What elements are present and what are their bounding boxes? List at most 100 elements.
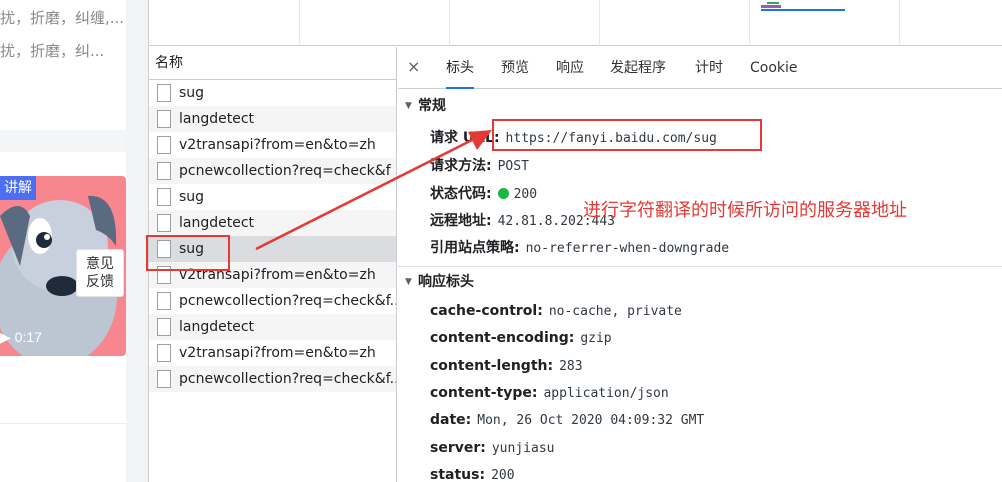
field-label: 远程地址: [430, 213, 492, 229]
collapse-triangle-icon: ▼ [405, 277, 412, 287]
left-page-content: 扰，折磨，纠缠,... 扰，折磨，纠... 讲解 ▶ 0:17 意见 反馈 [0, 0, 126, 482]
response-header-row: content-encoding: gzip [430, 330, 612, 346]
file-icon [157, 136, 171, 154]
tab-response[interactable]: 响应 [556, 47, 584, 89]
overview-gridline [899, 0, 900, 46]
request-row[interactable]: pcnewcollection?req=check&f... [149, 366, 396, 392]
request-name: langdetect [179, 111, 255, 127]
tab-preview[interactable]: 预览 [501, 47, 529, 89]
request-name: langdetect [179, 215, 255, 231]
request-name: v2transapi?from=en&to=zh [179, 345, 376, 361]
divider [0, 423, 126, 424]
tab-initiator[interactable]: 发起程序 [610, 47, 666, 89]
annotation-text: 进行字符翻译的时候所访问的服务器地址 [583, 200, 907, 221]
overview-gridline [599, 0, 600, 46]
header-value[interactable]: no-cache, private [549, 304, 682, 319]
header-name: content-type: [430, 384, 538, 401]
file-icon [157, 292, 171, 310]
header-name: content-encoding: [430, 330, 575, 347]
devtools-network-panel: 名称 sug langdetect v2transapi?from=en&to=zh… [148, 0, 1002, 482]
header-value[interactable]: yunjiasu [492, 441, 555, 456]
result-snippet: 扰，折磨，纠缠,... [0, 9, 125, 27]
collapse-triangle-icon: ▼ [405, 101, 412, 111]
header-name: server: [430, 439, 486, 456]
sug-highlight-box [146, 235, 230, 271]
request-name: pcnewcollection?req=check&f... [179, 371, 396, 387]
response-header-row: content-type: application/json [430, 385, 669, 401]
response-header-row: status: 200 [430, 467, 515, 482]
close-icon[interactable]: × [407, 57, 420, 76]
field-label: 引用站点策略: [430, 240, 520, 256]
status-code-row: 状态代码: 200 [430, 183, 537, 203]
request-name: v2transapi?from=en&to=zh [179, 137, 376, 153]
response-header-row: date: Mon, 26 Oct 2020 04:09:32 GMT [430, 412, 704, 428]
response-headers-section-header[interactable]: ▼ 响应标头 [398, 269, 1002, 295]
request-row[interactable]: v2transapi?from=en&to=zh [149, 340, 396, 366]
section-title: 常规 [418, 98, 446, 114]
status-code-value[interactable]: 200 [514, 187, 537, 202]
file-icon [157, 110, 171, 128]
detail-tabbar: × 标头 预览 响应 发起程序 计时 Cookie [398, 47, 1002, 89]
explain-badge: 讲解 [0, 176, 36, 200]
general-section-header[interactable]: ▼ 常规 [398, 93, 1002, 119]
referrer-policy-row: 引用站点策略: no-referrer-when-downgrade [430, 237, 729, 257]
waterfall-bar [767, 2, 779, 4]
video-duration: ▶ 0:17 [0, 329, 42, 345]
overview-gridline [449, 0, 450, 46]
column-header-name[interactable]: 名称 [149, 47, 396, 80]
header-value[interactable]: 283 [559, 359, 582, 374]
result-snippet: 扰，折磨，纠... [0, 42, 105, 60]
overview-gridline [749, 0, 750, 46]
request-name: langdetect [179, 319, 255, 335]
field-label: 请求方法: [430, 158, 492, 174]
request-row[interactable]: pcnewcollection?req=check&f... [149, 288, 396, 314]
request-row[interactable]: sug [149, 80, 396, 106]
header-name: date: [430, 412, 472, 429]
header-value[interactable]: 200 [491, 468, 514, 482]
overview-gridline [299, 0, 300, 46]
request-row[interactable]: sug [149, 184, 396, 210]
request-name: pcnewcollection?req=check&f [179, 163, 391, 179]
request-row[interactable]: langdetect [149, 106, 396, 132]
header-value[interactable]: Mon, 26 Oct 2020 04:09:32 GMT [477, 413, 704, 428]
feedback-label: 反馈 [86, 274, 114, 290]
request-name: sug [179, 85, 205, 101]
url-highlight-box [492, 119, 762, 151]
response-header-row: content-length: 283 [430, 358, 583, 374]
request-name: sug [179, 189, 205, 205]
file-icon [157, 318, 171, 336]
request-method-value[interactable]: POST [498, 159, 529, 174]
file-icon [157, 214, 171, 232]
waterfall-bar [761, 9, 845, 11]
field-label: 状态代码: [430, 186, 492, 202]
request-detail: × 标头 预览 响应 发起程序 计时 Cookie ▼ 常规 请求 URL: ht… [398, 47, 1002, 482]
tab-cookie[interactable]: Cookie [750, 47, 798, 89]
request-row[interactable]: langdetect [149, 314, 396, 340]
header-value[interactable]: application/json [543, 386, 668, 401]
tab-headers[interactable]: 标头 [446, 47, 474, 89]
request-row[interactable]: pcnewcollection?req=check&f [149, 158, 396, 184]
field-label: 请求 URL: [430, 130, 500, 146]
request-row[interactable]: v2transapi?from=en&to=zh [149, 132, 396, 158]
header-name: status: [430, 466, 486, 482]
network-overview[interactable] [149, 0, 1002, 46]
file-icon [157, 84, 171, 102]
section-title: 响应标头 [418, 274, 474, 290]
file-icon [157, 344, 171, 362]
page-gutter [126, 0, 148, 482]
response-header-row: cache-control: no-cache, private [430, 303, 682, 319]
section-divider [0, 130, 126, 152]
header-name: cache-control: [430, 303, 543, 319]
request-method-row: 请求方法: POST [430, 155, 529, 175]
feedback-label: 意见 [86, 256, 114, 272]
feedback-button[interactable]: 意见 反馈 [76, 249, 124, 297]
response-header-row: server: yunjiasu [430, 440, 554, 456]
status-ok-icon [497, 188, 509, 199]
request-row[interactable]: langdetect [149, 210, 396, 236]
file-icon [157, 162, 171, 180]
referrer-policy-value[interactable]: no-referrer-when-downgrade [526, 241, 730, 256]
file-icon [157, 370, 171, 388]
tab-timing[interactable]: 计时 [695, 47, 723, 89]
request-name: pcnewcollection?req=check&f... [179, 293, 396, 309]
header-value[interactable]: gzip [580, 331, 611, 346]
